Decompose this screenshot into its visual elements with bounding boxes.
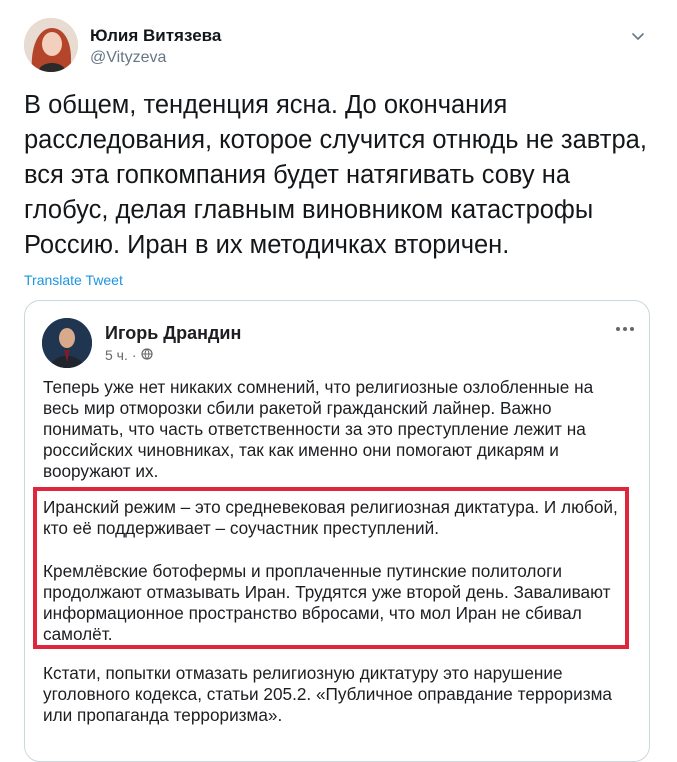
- post-meta: 5 ч. ·: [105, 347, 153, 363]
- translate-tweet-link[interactable]: Translate Tweet: [24, 272, 123, 288]
- facebook-post: Игорь Драндин 5 ч. · Теперь уже нет ника…: [25, 301, 649, 761]
- author-handle[interactable]: @Vityzeva: [90, 49, 166, 67]
- chevron-down-icon[interactable]: [628, 26, 648, 46]
- author-name[interactable]: Юлия Витязева: [90, 26, 221, 46]
- post-paragraph: Иранский режим – это средневековая религ…: [43, 497, 618, 538]
- globe-icon: [140, 347, 153, 363]
- more-horizontal-icon: [613, 321, 637, 337]
- tweet: Юлия Витязева @Vityzeva В общем, тенденц…: [0, 0, 677, 762]
- tweet-text: В общем, тенденция ясна. До окончания ра…: [24, 91, 647, 259]
- embedded-image-card[interactable]: Игорь Драндин 5 ч. · Теперь уже нет ника…: [24, 300, 650, 762]
- post-paragraph: Кремлёвские ботофермы и проплаченные пут…: [43, 561, 611, 644]
- author-avatar[interactable]: [24, 18, 78, 72]
- post-author-name: Игорь Драндин: [105, 323, 242, 343]
- post-meta-separator: ·: [131, 347, 137, 363]
- post-paragraph: Кстати, попытки отмазать религиозную дик…: [43, 663, 612, 725]
- post-paragraph: Теперь уже нет никаких сомнений, что рел…: [43, 377, 594, 481]
- post-author-avatar: [42, 318, 92, 368]
- post-time: 5 ч.: [105, 347, 128, 363]
